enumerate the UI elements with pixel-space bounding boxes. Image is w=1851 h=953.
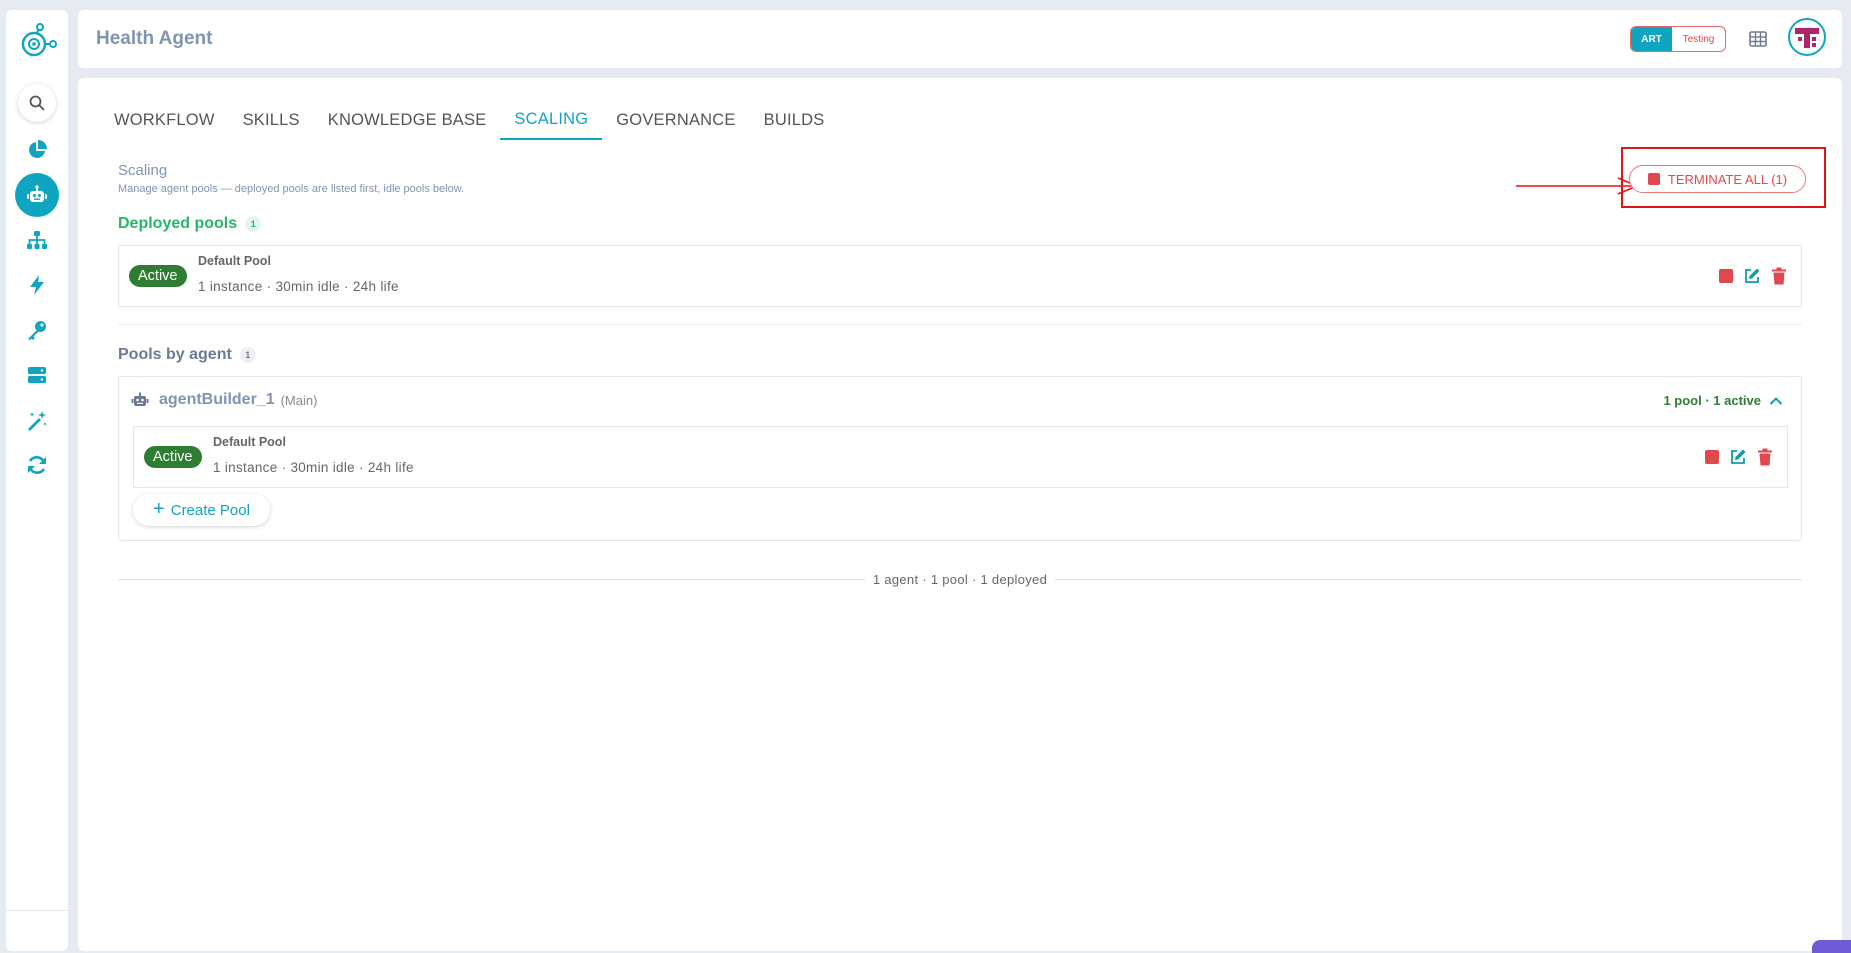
pool-name: Default Pool: [198, 254, 271, 268]
deployed-pools-heading: Deployed pools 1: [118, 215, 262, 233]
sidebar: [6, 10, 68, 951]
agent-tag: (Main): [280, 392, 318, 408]
sidebar-item-servers[interactable]: [15, 353, 59, 397]
sidebar-item-analytics[interactable]: [15, 128, 59, 172]
tab-governance[interactable]: GOVERNANCE: [602, 100, 749, 140]
top-header: Health Agent ART Testing: [78, 10, 1842, 68]
pool-meta: 1 instance · 30min idle · 24h life: [213, 460, 414, 475]
footer-summary-text: 1 agent · 1 pool · 1 deployed: [864, 572, 1056, 587]
agent-status-text: 1 pool · 1 active: [1663, 393, 1761, 408]
user-avatar[interactable]: [1788, 18, 1826, 56]
tab-scaling[interactable]: SCALING: [500, 100, 603, 140]
terminate-all-label: TERMINATE ALL (1): [1667, 171, 1788, 187]
deployed-pool-card: Active Default Pool 1 instance · 30min i…: [118, 245, 1802, 307]
search-button[interactable]: [18, 84, 56, 122]
robot-icon: [27, 185, 47, 202]
create-pool-button[interactable]: + Create Pool: [133, 494, 270, 526]
footer-summary: 1 agent · 1 pool · 1 deployed: [78, 572, 1842, 587]
agent-pool-card: Active Default Pool 1 instance · 30min i…: [133, 426, 1788, 488]
tab-builds[interactable]: BUILDS: [750, 100, 839, 140]
deployed-pools-count: 1: [245, 216, 262, 232]
sync-icon: [28, 456, 46, 474]
sidebar-item-hierarchy[interactable]: [15, 218, 59, 262]
agent-header: agentBuilder_1 (Main): [131, 391, 317, 409]
plus-icon: +: [153, 498, 165, 520]
chat-widget-button[interactable]: [1812, 940, 1851, 953]
agent-pool-status[interactable]: 1 pool · 1 active: [1663, 393, 1783, 408]
status-badge: Active: [144, 446, 202, 468]
section-divider: [118, 324, 1802, 325]
key-icon: [28, 321, 46, 340]
page-title: Health Agent: [96, 28, 213, 49]
chevron-up-icon[interactable]: [1769, 396, 1783, 406]
edit-icon[interactable]: [1729, 448, 1747, 466]
pool-actions: [1719, 267, 1787, 285]
environment-toggle[interactable]: ART Testing: [1630, 26, 1726, 52]
env-testing-option[interactable]: Testing: [1672, 27, 1725, 51]
edit-icon[interactable]: [1743, 267, 1761, 285]
sidebar-item-agents[interactable]: [15, 173, 59, 217]
sidebar-item-keys[interactable]: [15, 308, 59, 352]
pie-chart-icon: [29, 140, 47, 158]
deployed-pools-title: Deployed pools: [118, 215, 238, 232]
stop-pool-icon[interactable]: [1705, 450, 1719, 464]
trash-icon[interactable]: [1757, 448, 1773, 466]
agent-name[interactable]: agentBuilder_1: [159, 391, 275, 409]
sidebar-divider: [6, 910, 68, 911]
main-panel: WORKFLOW SKILLS KNOWLEDGE BASE SCALING G…: [78, 78, 1842, 951]
search-icon: [29, 95, 45, 111]
app-logo[interactable]: [18, 22, 58, 62]
tab-skills[interactable]: SKILLS: [229, 100, 314, 140]
sitemap-icon: [27, 231, 47, 249]
pool-name: Default Pool: [213, 435, 286, 449]
sidebar-item-sync[interactable]: [15, 443, 59, 487]
section-title: Scaling: [118, 162, 168, 179]
stop-pool-icon[interactable]: [1719, 269, 1733, 283]
pool-meta: 1 instance · 30min idle · 24h life: [198, 279, 399, 294]
sidebar-item-triggers[interactable]: [15, 263, 59, 307]
tab-bar: WORKFLOW SKILLS KNOWLEDGE BASE SCALING G…: [100, 100, 838, 140]
create-pool-label: Create Pool: [170, 501, 250, 519]
pools-by-agent-title: Pools by agent: [118, 346, 232, 363]
magic-wand-icon: [28, 411, 47, 431]
section-subtitle: Manage agent pools — deployed pools are …: [118, 183, 465, 195]
sidebar-item-magic[interactable]: [15, 398, 59, 442]
stop-icon: [1647, 173, 1660, 185]
terminate-all-button[interactable]: TERMINATE ALL (1): [1629, 165, 1806, 193]
tab-knowledge-base[interactable]: KNOWLEDGE BASE: [314, 100, 501, 140]
pools-by-agent-heading: Pools by agent 1: [118, 346, 256, 364]
tab-workflow[interactable]: WORKFLOW: [100, 100, 229, 140]
server-icon: [28, 367, 46, 383]
lightning-icon: [30, 275, 44, 295]
pool-actions: [1705, 448, 1773, 466]
robot-icon: [131, 392, 149, 406]
pools-by-agent-count: 1: [239, 347, 256, 363]
status-badge: Active: [129, 265, 187, 287]
table-grid-icon[interactable]: [1748, 29, 1768, 49]
trash-icon[interactable]: [1771, 267, 1787, 285]
env-art-option[interactable]: ART: [1631, 27, 1672, 51]
